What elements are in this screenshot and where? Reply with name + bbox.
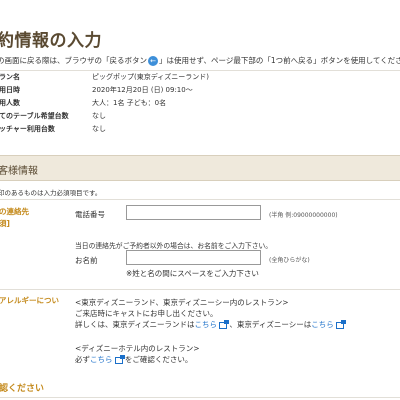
allergy-park-heading: <東京ディズニーランド、東京ディズニーシー内のレストラン> [75, 298, 289, 307]
name-label: お名前 [75, 256, 98, 265]
summary-value: 大人：1名 子ども：0名 [92, 99, 167, 107]
allergy-hotel-line: 必ずこちら をご確認ください。 [75, 354, 192, 365]
allergy-hotel-suffix: をご確認ください。 [122, 355, 193, 364]
allergy-label: アレルギーについ [0, 296, 59, 305]
summary-label: ラン名 [0, 73, 20, 81]
external-link-icon [218, 319, 229, 329]
back-note-text-before: の画面に戻る際は、ブラウザの「戻るボタン [0, 56, 147, 65]
allergy-links-prefix: 詳しくは、東京ディズニーランドは [75, 320, 195, 329]
page-title: 約情報の入力 [0, 31, 102, 51]
contact-label-line2: 須] [0, 219, 10, 228]
summary-row-stretcher: ッチャー利用台数 なし [0, 123, 400, 136]
tds-allergy-link[interactable]: こちら [311, 320, 334, 329]
reservation-summary: ラン名 ピッグポップ(東京ディズニーランド) 用日時 2020年12月20日 (… [0, 70, 400, 136]
allergy-cast-note: ご来店時にキャストにお申し出ください。 [75, 309, 218, 318]
hotel-allergy-link[interactable]: こちら [90, 355, 113, 364]
summary-row-party-size: 用人数 大人：1名 子ども：0名 [0, 97, 400, 110]
summary-row-datetime: 用日時 2020年12月20日 (日) 09:10～ [0, 84, 400, 97]
phone-hint: (半角 例:09000000000) [269, 212, 338, 219]
section-title: 客様情報 [0, 166, 38, 177]
phone-input[interactable] [126, 205, 261, 220]
phone-label: 電話番号 [75, 210, 105, 219]
back-button-note: の画面に戻る際は、ブラウザの「戻るボタン ← 」は使用せず、ページ最下部の「1つ前へ… [0, 55, 400, 66]
name-space-note: ※姓と名の間にスペースをご入力下さい [126, 269, 259, 278]
tdl-allergy-link[interactable]: こちら [194, 320, 217, 329]
summary-row-table-request: てのテーブル希望台数 なし [0, 110, 400, 123]
summary-label: てのテーブル希望台数 [0, 112, 69, 120]
other-contact-note: 当日の連絡先がご予約者以外の場合は、お名前をご入力下さい。 [75, 242, 273, 250]
required-fields-note: 印のあるものは入力必須項目です。 [0, 189, 102, 197]
divider [0, 397, 400, 398]
allergy-hotel-heading: <ディズニーホテル内のレストラン> [75, 344, 200, 353]
summary-row-restaurant: ラン名 ピッグポップ(東京ディズニーランド) [0, 71, 400, 84]
summary-label: 用人数 [0, 99, 20, 107]
summary-value: なし [92, 112, 106, 120]
allergy-links-line: 詳しくは、東京ディズニーランドはこちら 、東京ディズニーシーはこちら [75, 319, 346, 330]
external-link-icon [114, 354, 125, 364]
summary-value: ピッグポップ(東京ディズニーランド) [92, 73, 209, 81]
name-input[interactable] [126, 250, 261, 265]
allergy-hotel-prefix: 必ず [75, 355, 90, 364]
summary-value: なし [92, 125, 106, 133]
allergy-links-middle: 、東京ディズニーシーは [226, 320, 312, 329]
name-hint: (全角ひらがな) [269, 257, 310, 264]
external-link-icon [335, 319, 346, 329]
contact-label: の連絡先 須] [0, 206, 29, 230]
allergy-block: アレルギーについ <東京ディズニーランド、東京ディズニーシー内のレストラン> ご… [0, 289, 400, 377]
back-arrow-icon: ← [148, 56, 158, 66]
contact-block: の連絡先 須] 電話番号 (半角 例:09000000000) 当日の連絡先がご… [0, 199, 400, 289]
customer-info-section-header: 客様情報 [0, 155, 400, 181]
summary-label: 用日時 [0, 86, 20, 94]
confirm-section-header: 認ください [0, 384, 45, 394]
contact-label-line1: の連絡先 [0, 207, 29, 216]
summary-value: 2020年12月20日 (日) 09:10～ [92, 86, 193, 94]
back-note-text-after: 」は使用せず、ページ最下部の「1つ前へ戻る」ボタンを使用してください。 [159, 56, 400, 65]
summary-label: ッチャー利用台数 [0, 125, 55, 133]
